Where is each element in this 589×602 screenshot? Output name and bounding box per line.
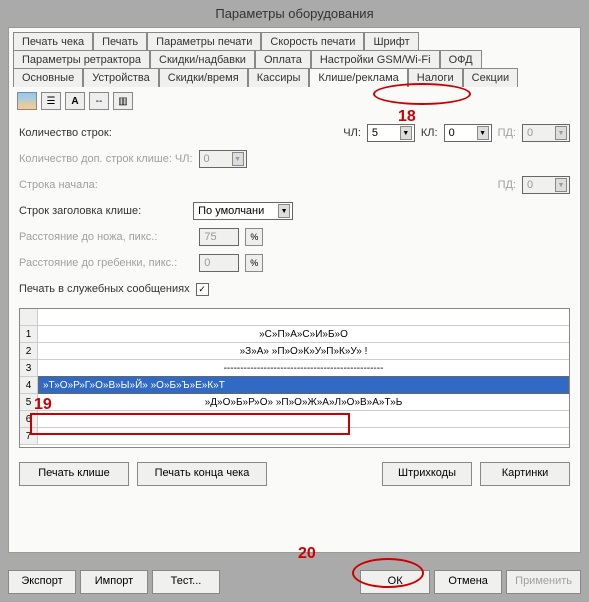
test-button[interactable]: Тест...: [152, 570, 220, 594]
tab-retractor[interactable]: Параметры ретрактора: [13, 50, 150, 69]
import-button[interactable]: Импорт: [80, 570, 148, 594]
chl-label: ЧЛ:: [343, 127, 361, 139]
pd-label: ПД:: [498, 127, 516, 139]
apply-button: Применить: [506, 570, 581, 594]
tab-strip: Печать чека Печать Параметры печати Скор…: [9, 28, 580, 87]
print-klishe-button[interactable]: Печать клише: [19, 462, 129, 486]
tab-font[interactable]: Шрифт: [364, 32, 418, 51]
bold-icon[interactable]: A: [65, 92, 85, 110]
chl-select[interactable]: 5▼: [367, 124, 415, 142]
tab-main[interactable]: Основные: [13, 68, 83, 87]
barcode-icon[interactable]: ▥: [113, 92, 133, 110]
annotation-19: 19: [34, 396, 52, 414]
service-print-checkbox[interactable]: ✓: [196, 283, 209, 296]
text-icon[interactable]: ☰: [41, 92, 61, 110]
tab-print-params[interactable]: Параметры печати: [147, 32, 261, 51]
extra-lines-label: Количество доп. строк клише: ЧЛ:: [19, 153, 193, 165]
cancel-button[interactable]: Отмена: [434, 570, 502, 594]
comb-input: 0: [199, 254, 239, 272]
tab-print-speed[interactable]: Скорость печати: [261, 32, 364, 51]
tab-ofd[interactable]: ОФД: [440, 50, 482, 69]
annotation-oval-20: [352, 558, 424, 588]
tab-print-receipt[interactable]: Печать чека: [13, 32, 93, 51]
header-lines-label: Строк заголовка клише:: [19, 205, 141, 217]
table-row[interactable]: 5»Д»О»Б»Р»О» »П»О»Ж»А»Л»О»В»А»Т»Ь: [20, 394, 569, 411]
tab-print[interactable]: Печать: [93, 32, 147, 51]
kl-label: КЛ:: [421, 127, 438, 139]
dash-icon[interactable]: --: [89, 92, 109, 110]
tab-devices[interactable]: Устройства: [83, 68, 159, 87]
annotation-rect-19: [30, 413, 350, 435]
window-title: Параметры оборудования: [0, 0, 589, 27]
start-line-label: Строка начала:: [19, 179, 98, 191]
pictures-button[interactable]: Картинки: [480, 462, 570, 486]
picture-icon[interactable]: [17, 92, 37, 110]
knife-stepper: %: [245, 228, 263, 246]
table-row[interactable]: 4»Т»О»Р»Г»О»В»Ы»Й» »О»Б»Ъ»Е»К»Т: [20, 377, 569, 394]
table-row[interactable]: 1»С»П»А»С»И»Б»О: [20, 326, 569, 343]
knife-label: Расстояние до ножа, пикс.:: [19, 231, 157, 243]
lines-label: Количество строк:: [19, 127, 112, 139]
chevron-down-icon: ▼: [477, 126, 489, 140]
grid-header: [20, 309, 569, 326]
knife-input: 75: [199, 228, 239, 246]
barcodes-button[interactable]: Штрихкоды: [382, 462, 472, 486]
tab-payment[interactable]: Оплата: [255, 50, 311, 69]
tab-gsm[interactable]: Настройки GSM/Wi-Fi: [311, 50, 440, 69]
header-select[interactable]: По умолчани▼: [193, 202, 293, 220]
start-pd-label: ПД:: [498, 179, 516, 191]
start-pd-select: 0▼: [522, 176, 570, 194]
table-row[interactable]: 2»З»А» »П»О»К»У»П»К»У» !: [20, 343, 569, 360]
tab-discounts[interactable]: Скидки/надбавки: [150, 50, 255, 69]
comb-label: Расстояние до гребенки, пикс.:: [19, 257, 177, 269]
chevron-down-icon: ▼: [555, 126, 567, 140]
service-print-label: Печать в служебных сообщениях: [19, 283, 190, 295]
chevron-down-icon: ▼: [232, 152, 244, 166]
chevron-down-icon: ▼: [555, 178, 567, 192]
annotation-18: 18: [398, 108, 416, 126]
table-row[interactable]: 3---------------------------------------…: [20, 360, 569, 377]
export-button[interactable]: Экспорт: [8, 570, 76, 594]
annotation-oval-18: [373, 83, 471, 105]
tab-discounts-time[interactable]: Скидки/время: [159, 68, 248, 87]
chevron-down-icon: ▼: [278, 204, 290, 218]
tab-cashiers[interactable]: Кассиры: [248, 68, 310, 87]
chevron-down-icon: ▼: [400, 126, 412, 140]
print-end-button[interactable]: Печать конца чека: [137, 462, 267, 486]
tab-sections[interactable]: Секции: [463, 68, 518, 87]
comb-stepper: %: [245, 254, 263, 272]
extra-select: 0▼: [199, 150, 247, 168]
annotation-20: 20: [298, 545, 316, 563]
pd-select: 0▼: [522, 124, 570, 142]
kl-select[interactable]: 0▼: [444, 124, 492, 142]
